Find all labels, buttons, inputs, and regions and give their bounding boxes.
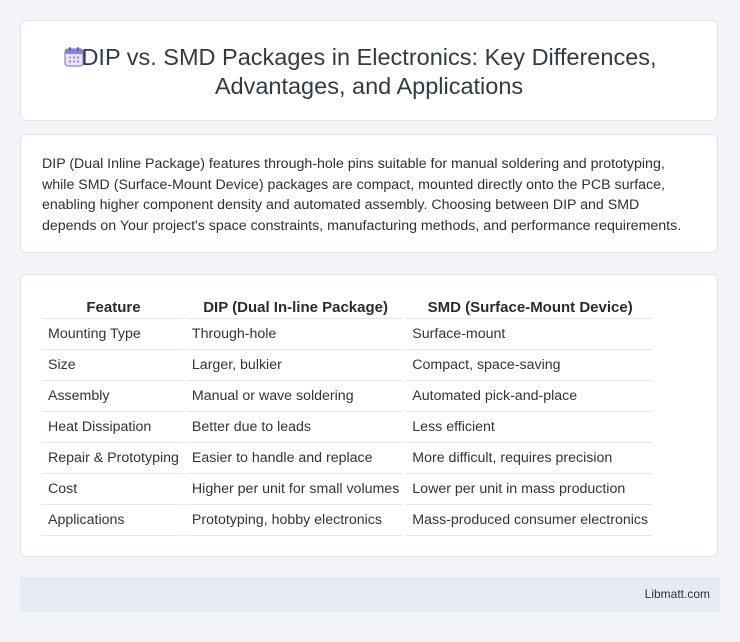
column-header-feature: Feature xyxy=(42,296,183,319)
title-card: DIP vs. SMD Packages in Electronics: Key… xyxy=(20,20,718,121)
cell-dip: Manual or wave soldering xyxy=(185,381,404,412)
footer: Libmatt.com xyxy=(20,577,720,612)
table-row: Cost Higher per unit for small volumes Low… xyxy=(42,474,653,505)
page-title-line-2: Advantages, and Applications xyxy=(214,73,524,99)
cell-dip: Prototyping, hobby electronics xyxy=(185,505,404,536)
cell-feature: Repair & Prototyping xyxy=(42,443,183,474)
table-row: Mounting Type Through-hole Surface-mount xyxy=(42,319,653,350)
cell-feature: Mounting Type xyxy=(42,319,183,350)
cell-dip: Higher per unit for small volumes xyxy=(185,474,404,505)
cell-dip: Easier to handle and replace xyxy=(185,443,404,474)
footer-site-link[interactable]: Libmatt.com xyxy=(645,587,710,601)
column-header-smd: SMD (Surface-Mount Device) xyxy=(406,296,653,319)
cell-feature: Heat Dissipation xyxy=(42,412,183,443)
table-header-row: Feature DIP (Dual In-line Package) SMD (… xyxy=(42,296,653,319)
cell-feature: Assembly xyxy=(42,381,183,412)
cell-smd: Automated pick-and-place xyxy=(406,381,653,412)
page-title: DIP vs. SMD Packages in Electronics: Key… xyxy=(21,43,717,101)
cell-dip: Better due to leads xyxy=(185,412,404,443)
table-row: Heat Dissipation Better due to leads Less … xyxy=(42,412,653,443)
cell-feature: Cost xyxy=(42,474,183,505)
cell-smd: Mass-produced consumer electronics xyxy=(406,505,653,536)
table-row: Size Larger, bulkier Compact, space-saving xyxy=(42,350,653,381)
cell-dip: Through-hole xyxy=(185,319,404,350)
table-row: Applications Prototyping, hobby electroni… xyxy=(42,505,653,536)
table-row: Repair & Prototyping Easier to handle and… xyxy=(42,443,653,474)
cell-smd: Less efficient xyxy=(406,412,653,443)
cell-smd: Lower per unit in mass production xyxy=(406,474,653,505)
comparison-table: Feature DIP (Dual In-line Package) SMD (… xyxy=(42,296,653,536)
cell-smd: Compact, space-saving xyxy=(406,350,653,381)
description-card: DIP (Dual Inline Package) features throu… xyxy=(20,134,718,253)
description-text: DIP (Dual Inline Package) features throu… xyxy=(42,156,682,234)
page-title-line-1: DIP vs. SMD Packages in Electronics: Key… xyxy=(81,44,657,70)
cell-smd: Surface-mount xyxy=(406,319,653,350)
cell-dip: Larger, bulkier xyxy=(185,350,404,381)
table-body: Mounting Type Through-hole Surface-mount Si… xyxy=(42,319,653,536)
table-row: Assembly Manual or wave soldering Automate… xyxy=(42,381,653,412)
cell-smd: More difficult, requires precision xyxy=(406,443,653,474)
cell-feature: Applications xyxy=(42,505,183,536)
cell-feature: Size xyxy=(42,350,183,381)
column-header-dip: DIP (Dual In-line Package) xyxy=(185,296,404,319)
comparison-card: Feature DIP (Dual In-line Package) SMD (… xyxy=(20,274,718,557)
